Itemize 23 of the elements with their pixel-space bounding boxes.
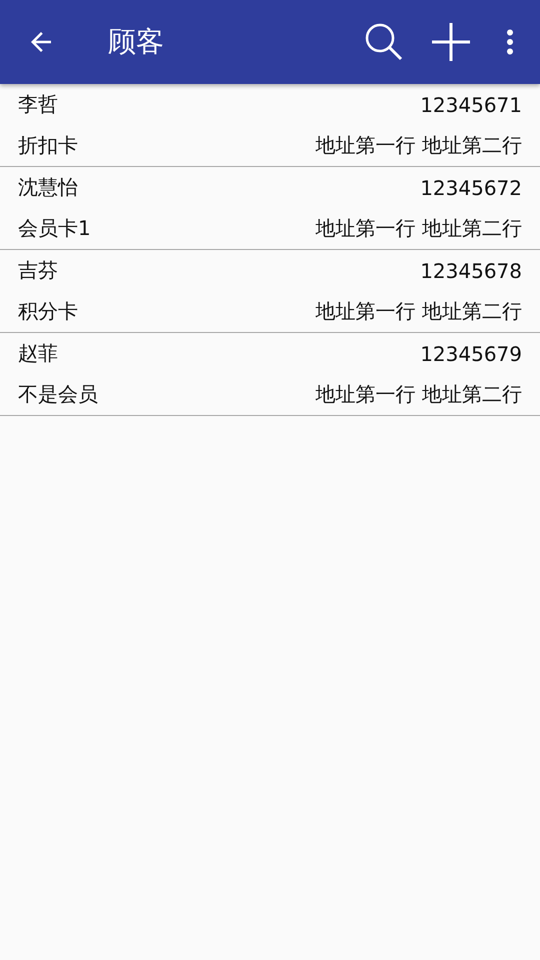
customer-name: 李哲 <box>18 91 58 118</box>
phone-number: 12345671 <box>420 92 522 116</box>
phone-number: 12345678 <box>420 258 522 282</box>
address: 地址第一行 地址第二行 <box>316 298 522 325</box>
add-icon <box>432 23 470 61</box>
card-type: 折扣卡 <box>18 132 78 159</box>
address: 地址第一行 地址第二行 <box>316 215 522 242</box>
card-type: 会员卡1 <box>18 215 91 242</box>
customer-name: 吉芬 <box>18 257 58 284</box>
customer-name: 沈慧怡 <box>18 174 78 201</box>
phone-number: 12345672 <box>420 176 522 200</box>
add-button[interactable] <box>432 23 470 61</box>
customer-name: 赵菲 <box>18 340 58 367</box>
search-button[interactable] <box>364 22 404 62</box>
address: 地址第一行 地址第二行 <box>316 381 522 408</box>
phone-number: 12345679 <box>420 342 522 366</box>
screen-title: 顾客 <box>108 24 165 60</box>
search-icon <box>364 22 404 62</box>
card-type: 积分卡 <box>18 298 78 325</box>
more-icon <box>506 29 514 55</box>
more-button[interactable] <box>506 29 514 55</box>
address: 地址第一行 地址第二行 <box>316 132 522 159</box>
card-type: 不是会员 <box>18 381 98 408</box>
